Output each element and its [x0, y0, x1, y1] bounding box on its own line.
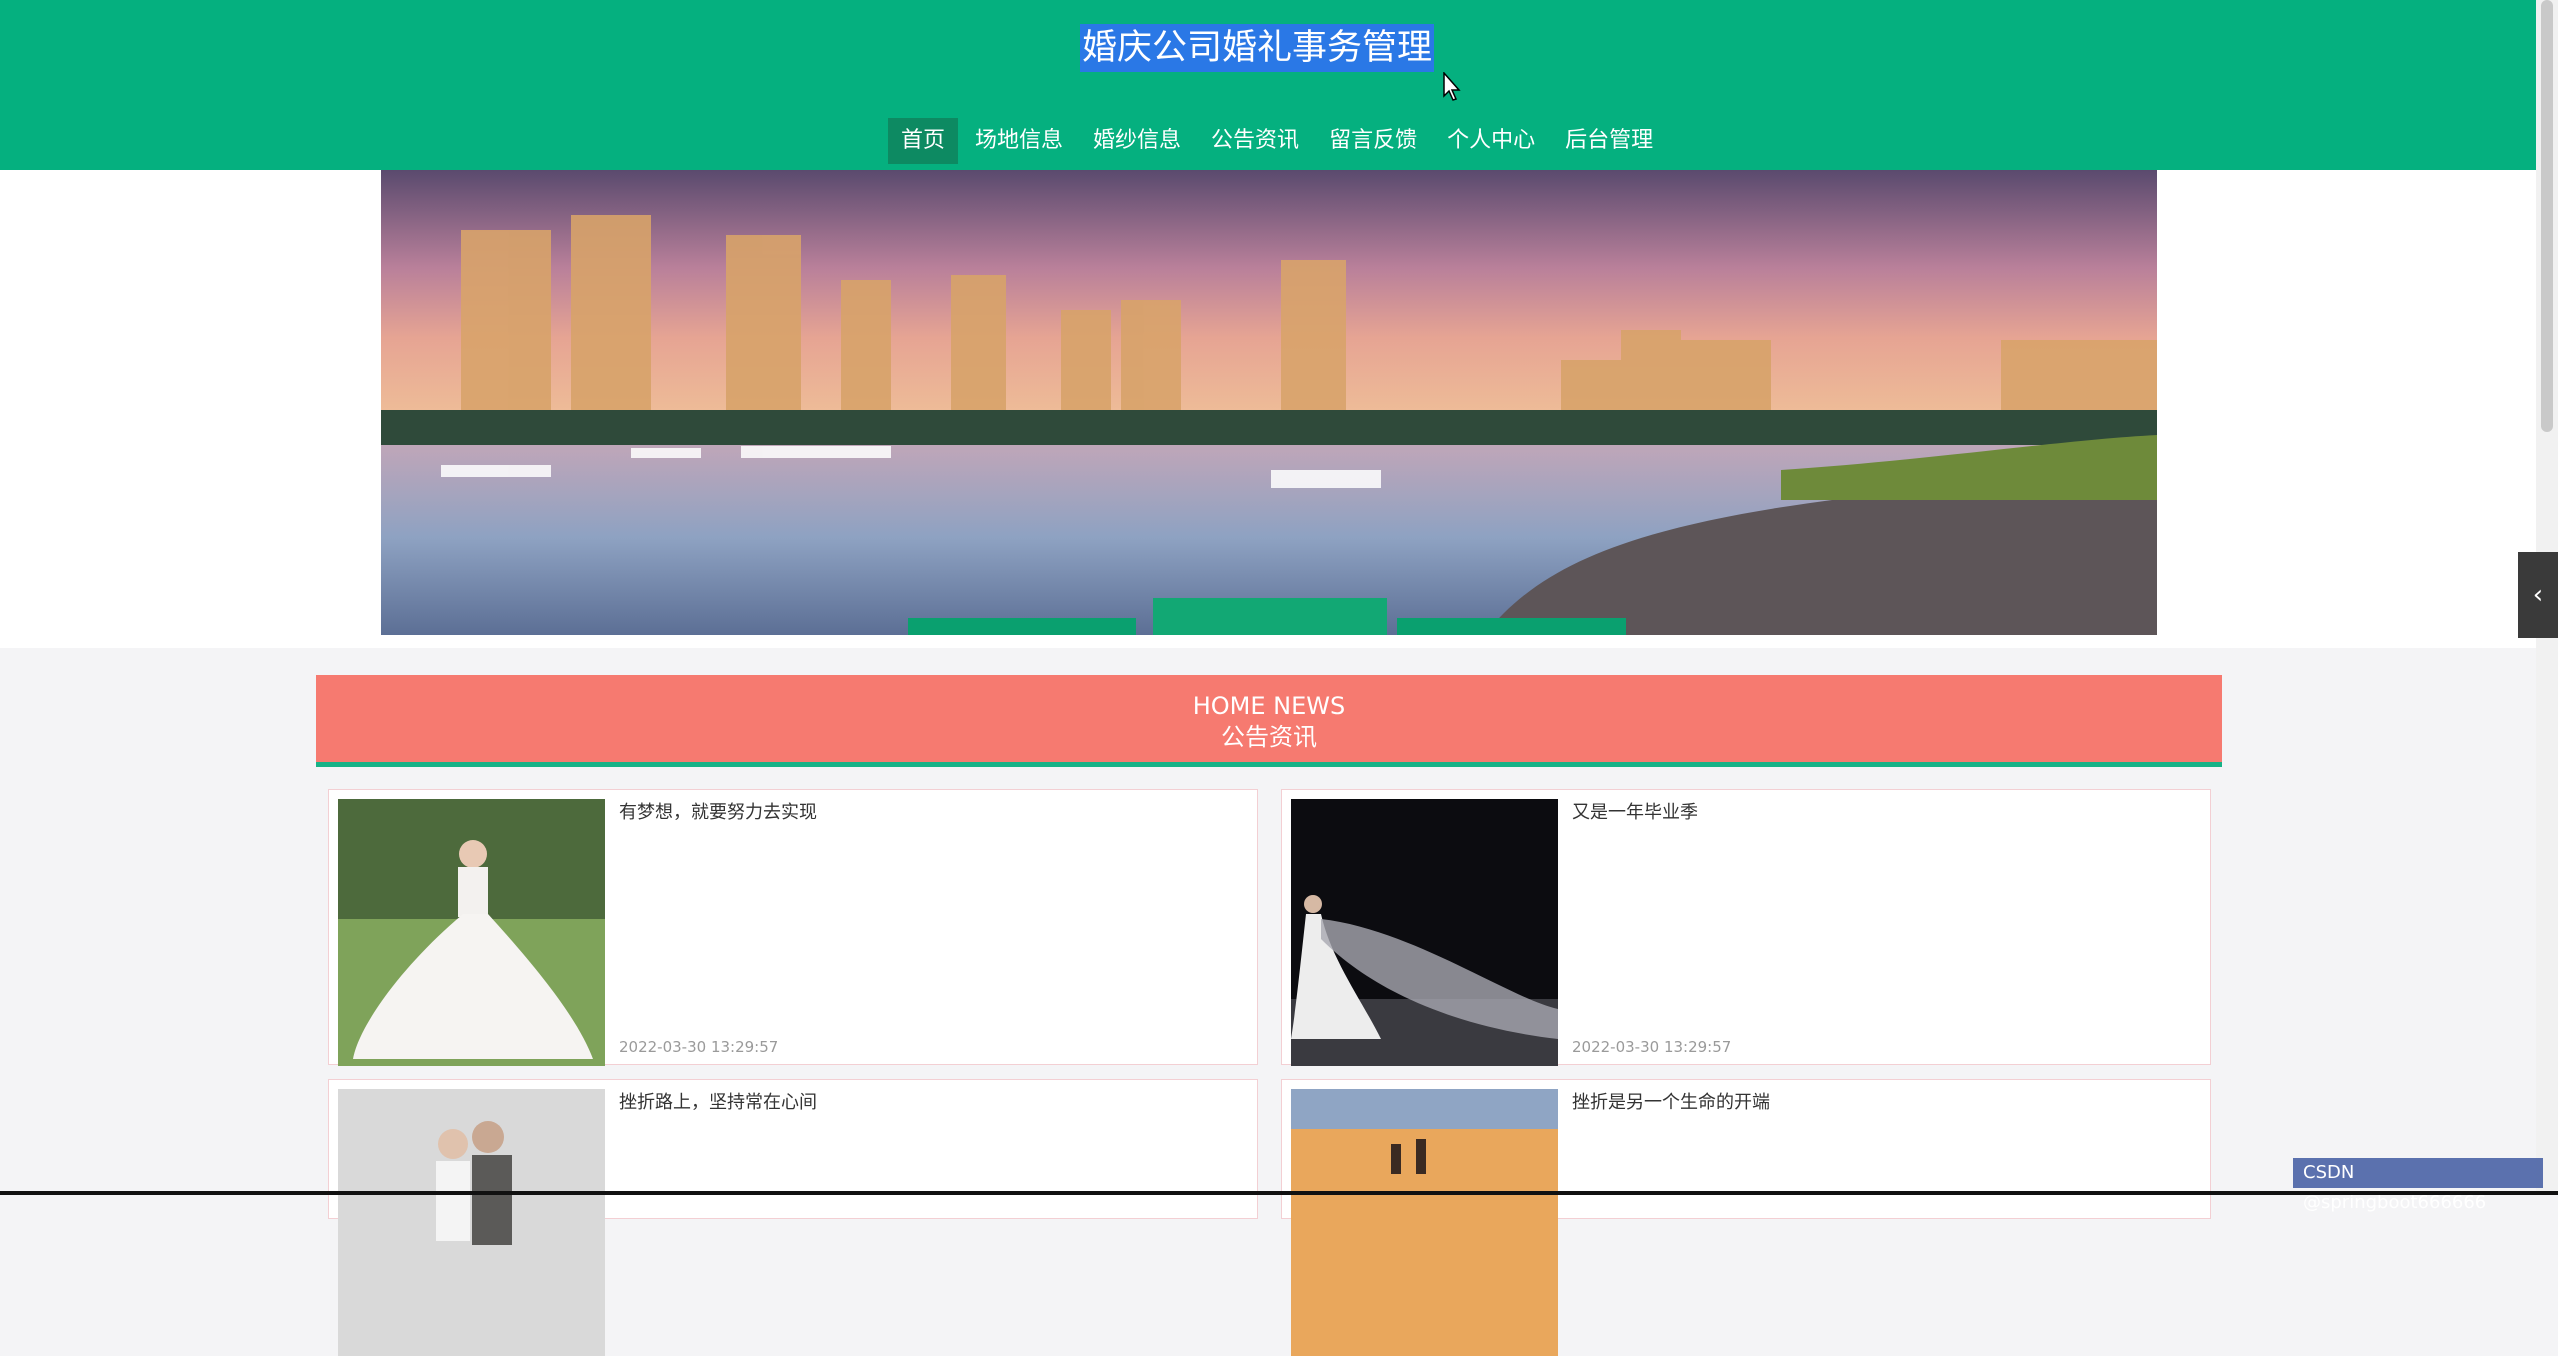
nav-item-admin[interactable]: 后台管理	[1552, 118, 1666, 164]
news-date: 2022-03-30 13:29:57	[1572, 1038, 1732, 1056]
news-title: 有梦想，就要努力去实现	[619, 802, 817, 823]
news-date: 2022-03-30 13:29:57	[619, 1038, 779, 1056]
section-title-cn: 公告资讯	[1221, 723, 1317, 751]
news-card[interactable]: 又是一年毕业季 2022-03-30 13:29:57	[1281, 789, 2211, 1066]
nav-item-feedback[interactable]: 留言反馈	[1316, 118, 1430, 164]
scrollbar-thumb[interactable]	[2541, 0, 2553, 432]
news-thumbnail	[338, 1089, 605, 1356]
news-title: 挫折路上，坚持常在心间	[619, 1092, 817, 1113]
news-card[interactable]: 有梦想，就要努力去实现 2022-03-30 13:29:57	[328, 789, 1258, 1066]
news-thumbnail	[1291, 799, 1558, 1066]
nav-item-news[interactable]: 公告资讯	[1198, 118, 1312, 164]
news-card[interactable]: 挫折是另一个生命的开端	[1281, 1079, 2211, 1356]
main-nav: 首页 场地信息 婚纱信息 公告资讯 留言反馈 个人中心 后台管理	[888, 118, 1670, 164]
nav-item-venue[interactable]: 场地信息	[962, 118, 1076, 164]
nav-item-dress[interactable]: 婚纱信息	[1080, 118, 1194, 164]
window-bottom-edge	[0, 1191, 2558, 1195]
carousel-indicator-3[interactable]	[1397, 618, 1626, 635]
nav-item-home[interactable]: 首页	[888, 118, 959, 164]
csdn-watermark: CSDN @springboot666666	[2293, 1158, 2543, 1213]
news-card[interactable]: 挫折路上，坚持常在心间	[328, 1079, 1258, 1356]
carousel-indicator-2[interactable]	[1153, 598, 1387, 635]
site-title: 婚庆公司婚礼事务管理	[1080, 24, 1435, 72]
section-title-en: HOME NEWS	[1192, 692, 1346, 720]
banner-carousel-image[interactable]	[381, 170, 2157, 635]
nav-item-profile[interactable]: 个人中心	[1434, 118, 1548, 164]
chevron-left-icon[interactable]: ‹	[2518, 552, 2558, 638]
news-title: 挫折是另一个生命的开端	[1572, 1092, 1770, 1113]
mouse-cursor-icon	[1443, 72, 1461, 101]
carousel-indicator-1[interactable]	[908, 618, 1136, 635]
news-thumbnail	[338, 799, 605, 1066]
news-section-header: HOME NEWS 公告资讯	[316, 675, 2222, 767]
news-title: 又是一年毕业季	[1572, 802, 1698, 823]
news-thumbnail	[1291, 1089, 1558, 1356]
